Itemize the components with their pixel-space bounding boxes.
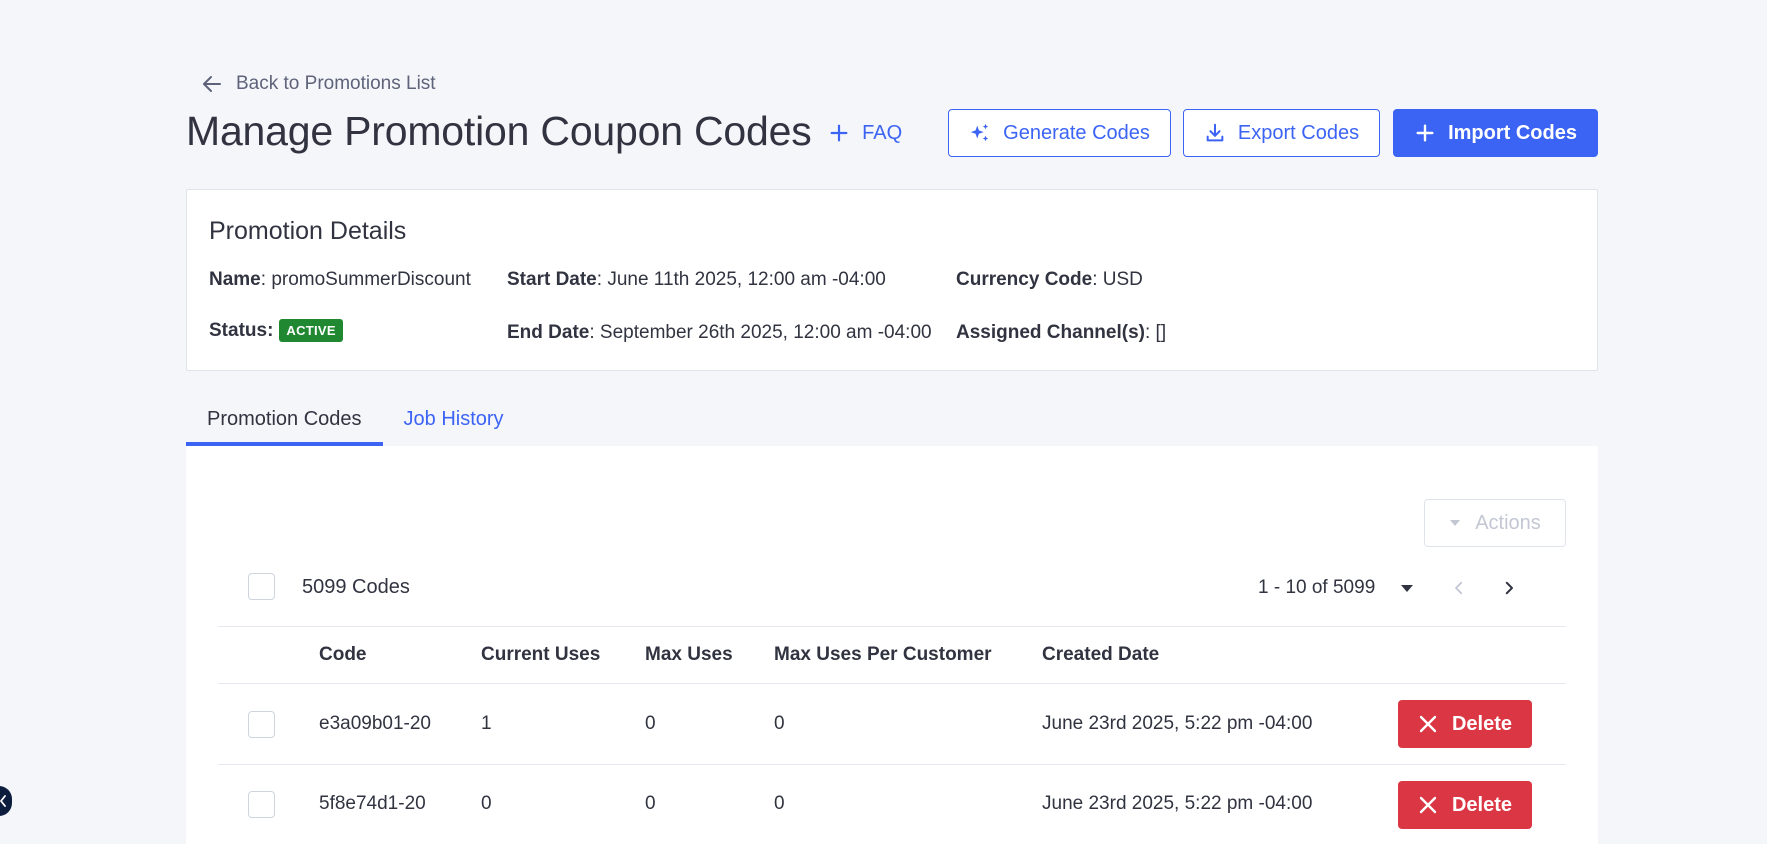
per-page-dropdown[interactable] bbox=[1397, 576, 1417, 600]
row-max-uses: 0 bbox=[645, 713, 656, 734]
import-codes-label: Import Codes bbox=[1448, 121, 1577, 144]
close-icon bbox=[1419, 715, 1437, 733]
column-header-max-uses-per-customer: Max Uses Per Customer bbox=[774, 644, 992, 665]
row-checkbox[interactable] bbox=[248, 711, 275, 738]
help-widget-button[interactable] bbox=[0, 786, 12, 816]
status-badge: ACTIVE bbox=[279, 319, 343, 342]
pagination: 1 - 10 of 5099 bbox=[1258, 576, 1521, 600]
detail-start-label: Start Date bbox=[507, 269, 597, 290]
arrow-left-icon bbox=[203, 76, 221, 92]
back-to-promotions-link[interactable]: Back to Promotions List bbox=[200, 72, 436, 96]
detail-end-value: September 26th 2025, 12:00 am -04:00 bbox=[599, 322, 932, 343]
generate-codes-button[interactable]: Generate Codes bbox=[948, 109, 1171, 157]
close-icon bbox=[1419, 796, 1437, 814]
column-header-created-date: Created Date bbox=[1042, 644, 1160, 665]
prev-page-button[interactable] bbox=[1447, 576, 1471, 600]
tab-job-history[interactable]: Job History bbox=[383, 396, 525, 446]
pagination-range: 1 - 10 of 5099 bbox=[1258, 577, 1376, 598]
promotion-codes-panel: Actions 5099 Codes 1 - 10 of 5099 Code C… bbox=[186, 446, 1598, 844]
promotion-details-card: Promotion Details Name: promoSummerDisco… bbox=[186, 189, 1598, 371]
row-code: e3a09b01-20 bbox=[319, 713, 431, 734]
table-divider bbox=[218, 683, 1566, 684]
detail-end-label: End Date bbox=[507, 322, 590, 343]
sparkle-icon bbox=[970, 123, 989, 142]
delete-button[interactable]: Delete bbox=[1398, 781, 1532, 829]
download-icon bbox=[1206, 123, 1224, 142]
generate-codes-label: Generate Codes bbox=[1003, 121, 1150, 144]
chevron-left-icon bbox=[0, 795, 6, 807]
table-divider bbox=[218, 626, 1566, 627]
promotion-details-title: Promotion Details bbox=[209, 217, 407, 245]
next-page-button[interactable] bbox=[1497, 576, 1521, 600]
import-codes-button[interactable]: Import Codes bbox=[1393, 109, 1598, 157]
detail-assigned-channels: Assigned Channel(s): [] bbox=[956, 322, 1167, 343]
chevron-left-icon bbox=[1455, 581, 1463, 595]
page-title: Manage Promotion Coupon Codes bbox=[186, 108, 812, 154]
table-divider bbox=[218, 764, 1566, 765]
detail-status-label: Status: bbox=[209, 319, 274, 341]
back-link-label: Back to Promotions List bbox=[236, 73, 436, 94]
detail-currency-value: USD bbox=[1102, 269, 1143, 290]
row-created-date: June 23rd 2025, 5:22 pm -04:00 bbox=[1042, 793, 1313, 814]
tabs: Promotion Codes Job History bbox=[186, 396, 525, 446]
chevron-right-icon bbox=[1506, 581, 1514, 595]
detail-name-label: Name bbox=[209, 269, 261, 290]
faq-button[interactable]: FAQ bbox=[808, 109, 922, 157]
detail-start-date: Start Date: June 11th 2025, 12:00 am -04… bbox=[507, 269, 886, 290]
row-checkbox[interactable] bbox=[248, 791, 275, 818]
export-codes-label: Export Codes bbox=[1237, 121, 1360, 144]
detail-channels-value: [] bbox=[1155, 322, 1167, 343]
codes-count: 5099 Codes bbox=[302, 576, 410, 598]
caret-down-icon bbox=[1401, 585, 1414, 592]
detail-currency-label: Currency Code bbox=[956, 269, 1093, 290]
delete-button[interactable]: Delete bbox=[1398, 700, 1532, 748]
delete-label: Delete bbox=[1451, 793, 1513, 816]
detail-name-value: promoSummerDiscount bbox=[271, 269, 471, 290]
row-max-uses-per-customer: 0 bbox=[774, 713, 785, 734]
row-code: 5f8e74d1-20 bbox=[319, 793, 426, 814]
tab-promotion-codes[interactable]: Promotion Codes bbox=[186, 396, 383, 446]
select-all-checkbox[interactable] bbox=[248, 573, 275, 600]
export-codes-button[interactable]: Export Codes bbox=[1182, 109, 1381, 157]
row-max-uses-per-customer: 0 bbox=[774, 793, 785, 814]
caret-down-icon bbox=[1450, 520, 1461, 526]
faq-label: FAQ bbox=[862, 121, 903, 144]
row-current-uses: 1 bbox=[481, 713, 492, 734]
column-header-max-uses: Max Uses bbox=[645, 644, 733, 665]
actions-label: Actions bbox=[1475, 511, 1541, 534]
plus-icon bbox=[1416, 124, 1434, 142]
detail-currency-code: Currency Code: USD bbox=[956, 269, 1143, 290]
detail-channels-label: Assigned Channel(s) bbox=[956, 322, 1145, 343]
column-header-code: Code bbox=[319, 644, 367, 665]
row-created-date: June 23rd 2025, 5:22 pm -04:00 bbox=[1042, 713, 1313, 734]
detail-name: Name: promoSummerDiscount bbox=[209, 269, 471, 290]
row-max-uses: 0 bbox=[645, 793, 656, 814]
detail-status: Status: ACTIVE bbox=[209, 319, 343, 342]
detail-start-value: June 11th 2025, 12:00 am -04:00 bbox=[607, 269, 886, 290]
header-actions: FAQ Generate Codes Export Codes Import C… bbox=[808, 109, 1598, 157]
plus-icon bbox=[830, 124, 848, 142]
detail-end-date: End Date: September 26th 2025, 12:00 am … bbox=[507, 322, 932, 343]
actions-dropdown[interactable]: Actions bbox=[1424, 499, 1566, 547]
delete-label: Delete bbox=[1451, 712, 1513, 735]
column-header-current-uses: Current Uses bbox=[481, 644, 601, 665]
row-current-uses: 0 bbox=[481, 793, 492, 814]
